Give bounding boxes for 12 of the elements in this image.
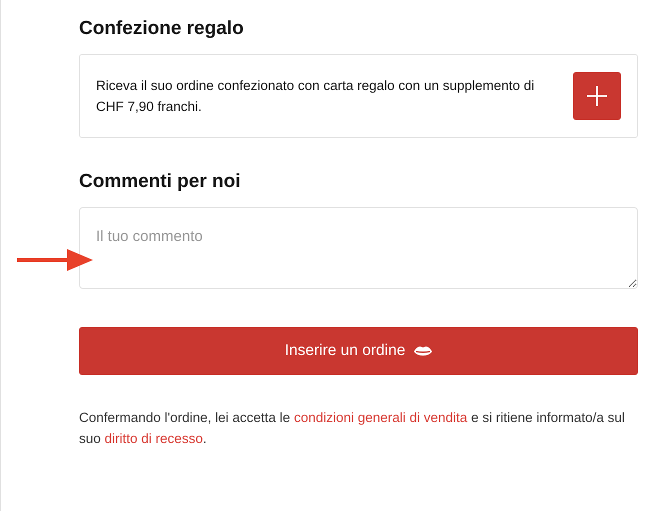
lips-icon [414,346,432,356]
place-order-button[interactable]: Inserire un ordine [79,327,638,375]
terms-link[interactable]: diritto di recesso [104,431,203,446]
gift-wrap-description: Riceva il suo ordine confezionato con carta regalo con un supplemento di CHF 7,90 franchi. [96,77,536,116]
plus-icon [587,86,607,106]
terms-link[interactable]: condizioni generali di vendita [294,410,468,425]
section-heading: Commenti per noi [79,171,242,193]
arrow-icon [17,247,93,273]
section-heading: Confezione regalo [79,18,245,40]
add-button[interactable] [573,72,621,120]
terms-notice: Confermando l'ordine, lei accetta le condizioni generali di vendita e si ritiene informato/a sul suo diritto di recesso. [79,409,626,448]
comment-field[interactable]: Il tuo commento [79,207,638,289]
